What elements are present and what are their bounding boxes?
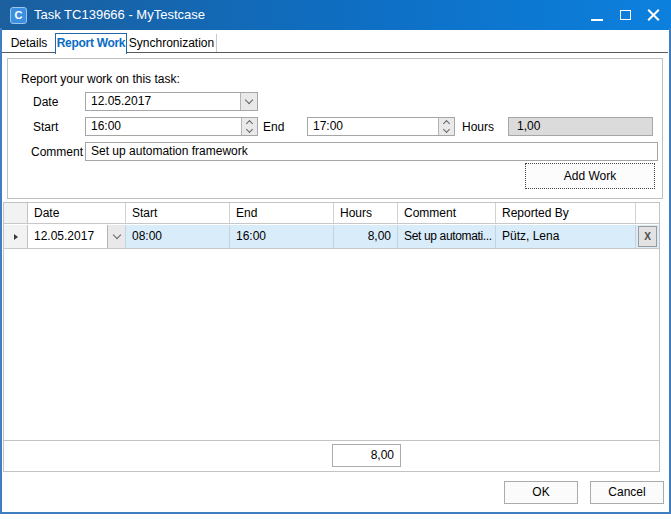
date-dropdown-button[interactable]	[240, 93, 257, 110]
row-date-value: 12.05.2017	[34, 225, 94, 248]
end-label: End	[263, 120, 284, 135]
grid-header-end[interactable]: End	[230, 203, 334, 223]
grid-header-start[interactable]: Start	[126, 203, 230, 223]
grid-header-date[interactable]: Date	[28, 203, 126, 223]
row-date-cell[interactable]: 12.05.2017	[28, 225, 126, 248]
minimize-icon	[591, 19, 603, 21]
window-controls	[583, 0, 667, 30]
hours-total-summary: 8,00	[332, 444, 401, 467]
cancel-button[interactable]: Cancel	[590, 481, 664, 504]
row-end-cell[interactable]: 16:00	[230, 225, 334, 248]
minimize-button[interactable]	[583, 0, 611, 30]
chevron-down-icon	[443, 126, 450, 133]
app-icon: C	[10, 7, 27, 24]
table-row[interactable]: 12.05.2017 08:00 16:00 8,00 Set up autom…	[4, 225, 659, 249]
close-icon	[647, 9, 660, 22]
start-value: 16:00	[91, 118, 121, 135]
start-spinner[interactable]	[241, 118, 257, 135]
window-border-bottom	[0, 512, 671, 514]
maximize-icon	[620, 10, 631, 20]
window-border-left	[0, 28, 2, 514]
add-work-button[interactable]: Add Work	[525, 163, 655, 189]
grid-header-actions	[636, 203, 659, 223]
hours-label: Hours	[462, 120, 494, 135]
work-grid: Date Start End Hours Comment Reported By…	[3, 202, 660, 472]
end-value: 17:00	[313, 118, 343, 135]
grid-header-reported-by[interactable]: Reported By	[496, 203, 636, 223]
comment-label: Comment	[31, 145, 83, 160]
row-start-cell[interactable]: 08:00	[126, 225, 230, 248]
tab-synchronization[interactable]: Synchronization	[127, 34, 217, 52]
close-button[interactable]	[639, 0, 667, 30]
section-label: Report your work on this task:	[21, 72, 180, 87]
end-time-input[interactable]: 17:00	[307, 117, 455, 136]
grid-header-hours[interactable]: Hours	[334, 203, 398, 223]
row-date-dropdown-button[interactable]	[107, 225, 125, 248]
title-bar[interactable]: C Task TC139666 - MyTestcase	[0, 0, 671, 30]
start-label: Start	[33, 120, 58, 135]
row-hours-cell[interactable]: 8,00	[334, 225, 398, 248]
grid-header-row: Date Start End Hours Comment Reported By	[4, 203, 659, 224]
comment-value: Set up automation framework	[91, 143, 248, 160]
spin-down-button[interactable]	[242, 127, 257, 136]
summary-separator	[4, 440, 659, 441]
dialog-window: C Task TC139666 - MyTestcase Details Rep…	[0, 0, 671, 519]
chevron-down-icon	[245, 96, 253, 104]
row-indicator	[4, 225, 28, 248]
start-time-input[interactable]: 16:00	[85, 117, 258, 136]
chevron-down-icon	[112, 231, 120, 239]
hours-value: 1,00	[517, 118, 540, 135]
tab-report-work[interactable]: Report Work	[55, 33, 127, 54]
spin-down-button[interactable]	[439, 127, 454, 136]
comment-input[interactable]: Set up automation framework	[85, 142, 658, 161]
date-value: 12.05.2017	[91, 93, 151, 110]
window-title: Task TC139666 - MyTestcase	[34, 0, 205, 30]
row-delete-cell: X	[636, 225, 659, 248]
grid-header-comment[interactable]: Comment	[398, 203, 496, 223]
tab-details[interactable]: Details	[3, 34, 55, 52]
row-reported-by-cell[interactable]: Pütz, Lena	[496, 225, 636, 248]
row-indicator-arrow-icon	[14, 234, 18, 240]
date-label: Date	[33, 95, 58, 110]
row-comment-cell[interactable]: Set up automati...	[398, 225, 496, 248]
maximize-button[interactable]	[611, 0, 639, 30]
date-combobox[interactable]: 12.05.2017	[85, 92, 258, 111]
ok-button[interactable]: OK	[504, 481, 578, 504]
hours-readonly-field: 1,00	[508, 117, 653, 136]
delete-row-button[interactable]: X	[638, 226, 657, 247]
end-spinner[interactable]	[438, 118, 454, 135]
chevron-down-icon	[246, 126, 253, 133]
grid-header-indicator	[4, 203, 28, 223]
